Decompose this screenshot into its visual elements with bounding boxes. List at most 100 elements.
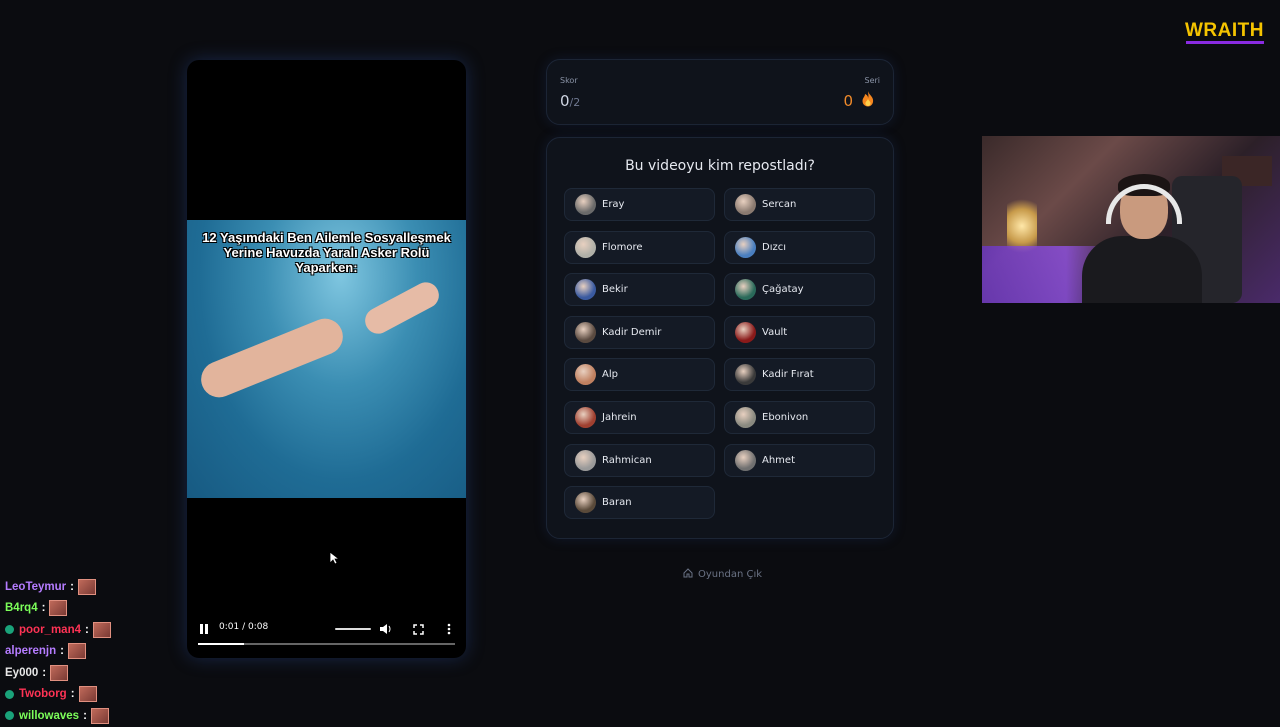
score-panel: Skor 0/2 Seri 0 [546, 59, 894, 125]
streak-label: Seri [864, 76, 880, 85]
webcam-overlay [982, 136, 1280, 303]
chat-username[interactable]: Twoborg [19, 688, 67, 700]
video-progress-fill [198, 643, 245, 645]
chat-emote-icon [90, 707, 109, 724]
brand-underline [1186, 41, 1264, 44]
chat-message: willowaves: [5, 705, 111, 727]
answer-option-label: Vault [762, 326, 788, 338]
answer-option[interactable]: Rahmican [564, 443, 715, 477]
chat-badge-icon [5, 711, 14, 721]
chat-separator: : [70, 580, 74, 593]
answer-option-label: Alp [602, 369, 618, 381]
answer-option[interactable]: Vault [724, 315, 875, 349]
answer-option-label: Flomore [602, 241, 643, 253]
answer-option-label: Baran [602, 497, 632, 509]
avatar [575, 279, 596, 301]
streak-value: 0 [843, 92, 853, 110]
chat-badge-icon [5, 689, 14, 699]
chat-emote-icon [78, 686, 97, 703]
answer-option-label: Ahmet [762, 454, 795, 466]
flame-icon [861, 90, 877, 108]
answer-option[interactable]: Jahrein [564, 401, 715, 434]
chat-message: Twoborg: [5, 684, 111, 706]
answer-option[interactable]: Alp [564, 358, 715, 392]
chat-separator: : [60, 645, 64, 658]
chat-username[interactable]: Ey000 [5, 667, 38, 679]
answer-option-label: Dızcı [762, 241, 787, 253]
avatar [735, 321, 756, 343]
chat-emote-icon [77, 578, 96, 595]
video-progress-bar[interactable] [198, 643, 455, 645]
answer-option[interactable]: Ebonivon [724, 401, 875, 434]
answer-option-label: Bekir [602, 284, 628, 296]
exit-label: Oyundan Çık [698, 569, 763, 580]
question-title: Bu videoyu kim repostladı? [625, 158, 815, 174]
avatar [575, 364, 596, 386]
score-value: 0/2 [560, 92, 581, 110]
chat-username[interactable]: alperenjn [5, 645, 56, 657]
video-player[interactable]: 12 Yaşımdaki Ben Ailemle Sosyalleşmek Ye… [187, 60, 466, 658]
chat-emote-icon [92, 621, 111, 638]
volume-icon[interactable] [379, 620, 392, 639]
avatar [735, 364, 756, 386]
avatar [575, 321, 596, 343]
exit-game-button[interactable]: Oyundan Çık [683, 568, 762, 581]
chat-message: B4rq4: [5, 598, 111, 620]
video-hand-right [360, 277, 444, 339]
chat-separator: : [42, 666, 47, 679]
avatar [735, 449, 756, 471]
answer-option[interactable]: Flomore [564, 230, 715, 264]
avatar [575, 449, 596, 471]
answer-option[interactable]: Ahmet [724, 443, 875, 477]
answer-option-label: Jahrein [602, 412, 637, 423]
home-icon [683, 568, 693, 581]
answer-option-label: Eray [602, 199, 625, 210]
avatar [735, 407, 756, 428]
avatar [575, 194, 596, 215]
more-icon[interactable] [447, 620, 451, 639]
score-label: Skor [560, 76, 578, 85]
video-hand-left [195, 313, 349, 403]
chat-emote-icon [67, 643, 86, 660]
chat-username[interactable]: B4rq4 [5, 602, 38, 614]
avatar [575, 407, 596, 428]
answer-option[interactable]: Dızcı [724, 230, 875, 264]
answer-option[interactable]: Sercan [724, 188, 875, 221]
answer-option[interactable]: Eray [564, 188, 715, 221]
chat-emote-icon [49, 600, 68, 617]
webcam-person-body [1082, 236, 1202, 303]
chat-message: alperenjn: [5, 641, 111, 663]
chat-separator: : [85, 623, 89, 636]
pause-icon[interactable] [199, 620, 209, 639]
answer-option-label: Sercan [762, 199, 797, 210]
answer-option-label: Kadir Fırat [762, 369, 814, 381]
video-time: 0:01 / 0:08 [219, 622, 269, 632]
chat-message: Ey000: [5, 662, 111, 684]
chat-badge-icon [5, 625, 14, 635]
answer-option[interactable]: Bekir [564, 273, 715, 307]
answer-option-label: Rahmican [602, 454, 652, 466]
chat-username[interactable]: poor_man4 [19, 624, 81, 636]
chat-emote-icon [50, 664, 69, 681]
chat-separator: : [41, 602, 46, 615]
chat-overlay: LeoTeymur: B4rq4: poor_man4: alperenjn: Ey00… [5, 576, 111, 727]
chat-message: poor_man4: [5, 619, 111, 641]
question-panel: Bu videoyu kim repostladı? Eray Sercan Flo… [546, 137, 894, 539]
chat-username[interactable]: LeoTeymur [5, 581, 66, 593]
video-frame[interactable]: 12 Yaşımdaki Ben Ailemle Sosyalleşmek Ye… [187, 220, 466, 498]
chat-message: LeoTeymur: [5, 576, 111, 598]
avatar [735, 194, 756, 215]
video-controls: 0:01 / 0:08 [187, 615, 466, 645]
mouse-cursor-icon [329, 550, 341, 569]
fullscreen-icon[interactable] [413, 620, 424, 639]
answer-option[interactable]: Kadir Fırat [724, 358, 875, 392]
avatar [575, 492, 596, 514]
brand-logo: WRAITH [1185, 20, 1264, 41]
avatar [575, 236, 596, 258]
volume-slider[interactable] [335, 621, 373, 635]
answer-option[interactable]: Kadir Demir [564, 315, 715, 349]
answer-option-label: Kadir Demir [602, 326, 662, 338]
answer-option[interactable]: Çağatay [724, 273, 875, 307]
video-caption: 12 Yaşımdaki Ben Ailemle Sosyalleşmek Ye… [202, 230, 451, 275]
answer-option[interactable]: Baran [564, 486, 715, 520]
